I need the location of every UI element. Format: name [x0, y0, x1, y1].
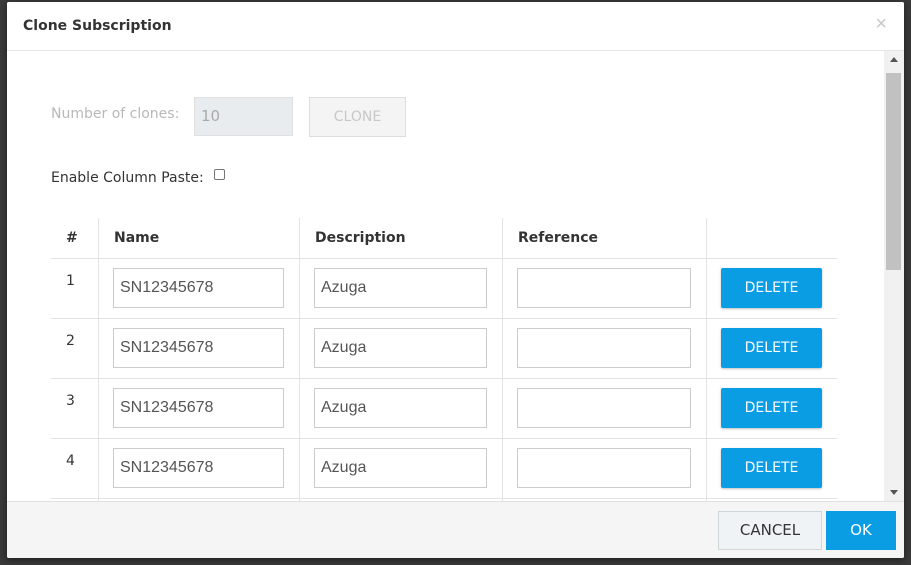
header-description: Description — [315, 230, 406, 246]
number-of-clones-input: 10 — [194, 97, 293, 136]
delete-button[interactable]: DELETE — [721, 328, 822, 368]
row-divider — [51, 378, 837, 379]
header-reference: Reference — [518, 230, 599, 246]
row-number: 4 — [66, 453, 75, 469]
reference-input[interactable] — [517, 448, 691, 488]
description-input[interactable]: Azuga — [314, 448, 487, 488]
ok-button[interactable]: OK — [826, 511, 896, 550]
column-divider — [706, 218, 707, 501]
dialog-footer: CANCEL OK — [7, 501, 904, 558]
vertical-scrollbar[interactable] — [884, 51, 904, 501]
scroll-thumb[interactable] — [886, 73, 901, 270]
row-number: 2 — [66, 333, 75, 349]
delete-button[interactable]: DELETE — [721, 388, 822, 428]
dialog-body: Number of clones: 10 CLONE Enable Column… — [7, 51, 884, 501]
description-input[interactable]: Azuga — [314, 388, 487, 428]
reference-input[interactable] — [517, 328, 691, 368]
row-divider — [51, 438, 837, 439]
clone-button: CLONE — [309, 97, 406, 137]
description-input[interactable]: Azuga — [314, 328, 487, 368]
delete-button[interactable]: DELETE — [721, 268, 822, 308]
enable-column-paste-checkbox[interactable] — [214, 169, 225, 180]
name-input[interactable]: SN12345678 — [113, 388, 284, 428]
column-divider — [502, 218, 503, 501]
dialog-title: Clone Subscription — [23, 18, 172, 34]
enable-column-paste-label: Enable Column Paste: — [51, 170, 204, 186]
scroll-down-arrow-icon[interactable] — [890, 490, 898, 495]
row-divider — [51, 258, 837, 259]
name-input[interactable]: SN12345678 — [113, 448, 284, 488]
clone-subscription-dialog: Clone Subscription × Number of clones: 1… — [7, 2, 904, 558]
reference-input[interactable] — [517, 268, 691, 308]
column-divider — [98, 218, 99, 501]
row-number: 3 — [66, 393, 75, 409]
row-divider — [51, 318, 837, 319]
scroll-up-arrow-icon[interactable] — [890, 57, 898, 62]
cancel-button[interactable]: CANCEL — [718, 511, 822, 550]
header-number: # — [66, 230, 78, 246]
row-divider — [51, 498, 837, 499]
number-of-clones-label: Number of clones: — [51, 106, 180, 122]
column-divider — [299, 218, 300, 501]
reference-input[interactable] — [517, 388, 691, 428]
row-number: 1 — [66, 273, 75, 289]
header-name: Name — [114, 230, 160, 246]
name-input[interactable]: SN12345678 — [113, 328, 284, 368]
description-input[interactable]: Azuga — [314, 268, 487, 308]
dialog-header: Clone Subscription × — [7, 2, 904, 51]
delete-button[interactable]: DELETE — [721, 448, 822, 488]
close-icon[interactable]: × — [875, 14, 887, 34]
name-input[interactable]: SN12345678 — [113, 268, 284, 308]
